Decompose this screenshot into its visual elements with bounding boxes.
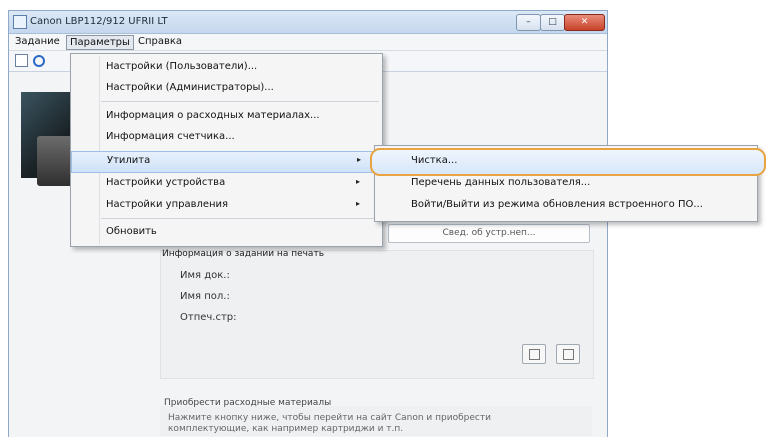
menu-item-consumables-info[interactable]: Информация о расходных материалах...: [71, 107, 382, 127]
title-bar[interactable]: Canon LBP112/912 UFRII LT – □ ✕: [9, 11, 607, 34]
menu-item-label: Настройки (Администраторы)...: [106, 82, 274, 93]
submenu-arrow-icon: ▸: [357, 155, 362, 164]
submenu-item-user-data-list[interactable]: Перечень данных пользователя...: [375, 172, 757, 194]
menu-item-utility[interactable]: Утилита ▸: [71, 151, 382, 173]
submenu-item-label: Перечень данных пользователя...: [411, 177, 591, 188]
user-name-label: Имя пол.:: [180, 291, 230, 302]
submenu-arrow-icon: ▸: [356, 199, 361, 208]
menu-item-admin-settings[interactable]: Настройки (Администраторы)...: [71, 79, 382, 99]
menu-item-label: Настройки (Пользователи)...: [106, 61, 258, 72]
close-button[interactable]: ✕: [564, 14, 605, 31]
menu-item-device-settings[interactable]: Настройки устройства ▸: [71, 174, 382, 194]
menu-separator: [101, 218, 379, 219]
menu-item-counter-info[interactable]: Информация счетчика...: [71, 128, 382, 148]
cancel-job-button[interactable]: [556, 344, 580, 364]
job-info-title: Информация о задании на печать: [162, 249, 324, 259]
printed-pages-label: Отпеч.стр:: [180, 312, 237, 323]
parameters-dropdown: Настройки (Пользователи)... Настройки (А…: [70, 53, 383, 247]
menu-item-label: Информация о расходных материалах...: [106, 110, 320, 121]
cancel-icon: [563, 349, 574, 360]
menu-item-label: Обновить: [106, 226, 157, 237]
job-action-button[interactable]: [522, 344, 546, 364]
menu-separator: [101, 101, 379, 102]
refresh-icon[interactable]: [33, 55, 45, 67]
menu-item-refresh[interactable]: Обновить: [71, 223, 382, 243]
submenu-item-firmware-update-mode[interactable]: Войти/Выйти из режима обновления встроен…: [375, 194, 757, 216]
menu-item-label: Настройки управления: [106, 199, 229, 210]
doc-name-label: Имя док.:: [180, 270, 230, 281]
maximize-button[interactable]: □: [540, 14, 565, 31]
edit-icon: [529, 349, 540, 360]
submenu-item-label: Войти/Выйти из режима обновления встроен…: [411, 199, 703, 210]
menu-task[interactable]: Задание: [12, 35, 63, 48]
menu-bar: Задание Параметры Справка: [9, 34, 607, 51]
menu-item-management-settings[interactable]: Настройки управления ▸: [71, 196, 382, 216]
submenu-item-label: Чистка...: [411, 155, 458, 166]
list-icon[interactable]: [15, 54, 28, 67]
menu-item-label: Настройки устройства: [106, 177, 226, 188]
device-info-button[interactable]: Свед. об устр.неп...: [388, 224, 590, 243]
menu-item-label: Информация счетчика...: [106, 131, 235, 142]
minimize-button[interactable]: –: [516, 14, 541, 31]
menu-item-user-settings[interactable]: Настройки (Пользователи)...: [71, 58, 382, 78]
app-icon: [13, 15, 27, 29]
menu-help[interactable]: Справка: [135, 35, 185, 48]
window-title: Canon LBP112/912 UFRII LT: [30, 16, 168, 27]
submenu-item-cleaning[interactable]: Чистка...: [375, 150, 757, 172]
buy-supplies-text: Нажмите кнопку ниже, чтобы перейти на са…: [168, 413, 491, 434]
menu-parameters[interactable]: Параметры: [66, 35, 134, 50]
submenu-arrow-icon: ▸: [356, 177, 361, 186]
menu-item-label: Утилита: [107, 155, 151, 166]
buy-supplies-title: Приобрести расходные материалы: [164, 398, 332, 408]
utility-submenu: Чистка... Перечень данных пользователя..…: [370, 145, 766, 222]
